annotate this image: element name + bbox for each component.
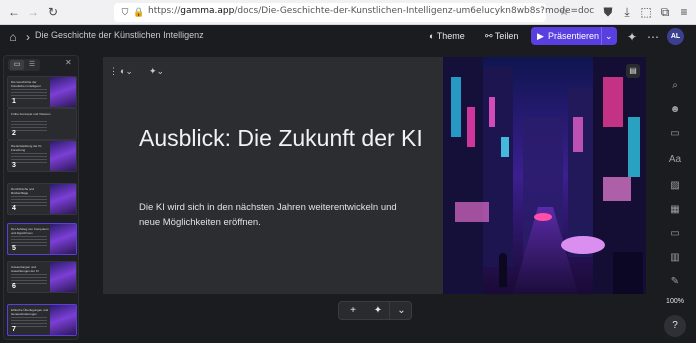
ai-edit-button[interactable]: ✦⌄	[149, 64, 164, 78]
more-icon[interactable]: ⋯	[645, 29, 661, 45]
forward-arrow-icon[interactable]: →	[25, 4, 41, 20]
present-button[interactable]: ▶ Präsentieren ⌄	[531, 27, 617, 45]
share-label: Teilen	[494, 31, 519, 41]
chevron-right-icon: ›	[26, 30, 30, 44]
image-options-icon[interactable]: ▤	[626, 64, 640, 78]
slide-text-area[interactable]: ⋮ ◐⌄ ✦⌄ Ausblick: Die Zukunft der KI Die…	[103, 57, 443, 294]
thumbnail-number: 7	[12, 326, 16, 333]
thumbnail-number: 1	[12, 98, 16, 105]
app-header: ⌂ › Die Geschichte der Künstlichen Intel…	[0, 25, 696, 48]
thumbnail-text-lines	[11, 274, 47, 286]
theme-button[interactable]: ◐ Theme	[429, 29, 465, 44]
pocket-icon[interactable]: ⛊	[600, 4, 616, 20]
thumbnail-image	[50, 262, 76, 292]
download-icon[interactable]: ⤓	[619, 4, 635, 20]
close-icon[interactable]: ✕	[65, 58, 72, 67]
card-templates-icon[interactable]: ▭	[667, 126, 683, 142]
ai-assistant-icon[interactable]: ☻	[667, 102, 683, 118]
thumbnail-title: Der Aufstieg von Computern und Algorithm…	[11, 227, 49, 235]
list-view-icon[interactable]: ☰	[25, 60, 39, 70]
reload-icon[interactable]: ↻	[45, 4, 61, 20]
add-card-button[interactable]: +	[341, 302, 365, 319]
thumbnail-text-lines	[11, 121, 47, 133]
extensions-icon[interactable]: ⧉	[657, 4, 673, 20]
url-text[interactable]: https://gamma.app/docs/Die-Geschichte-de…	[148, 6, 594, 16]
help-button[interactable]: ?	[664, 315, 686, 337]
embed-icon[interactable]: ▭	[667, 226, 683, 242]
thumbnail-image	[50, 224, 76, 254]
play-icon: ▶	[537, 31, 544, 41]
split-divider	[601, 27, 602, 45]
bookmark-star-icon[interactable]: ☆	[556, 4, 572, 20]
avatar[interactable]: AL	[667, 28, 684, 45]
back-arrow-icon[interactable]: ←	[6, 4, 22, 20]
address-bar[interactable]: ⛉ 🔒 https://gamma.app/docs/Die-Geschicht…	[114, 3, 594, 22]
zoom-level[interactable]: 100%	[661, 298, 689, 308]
edit-icon[interactable]: ✎	[667, 274, 683, 290]
thumbnail-number: 3	[12, 162, 16, 169]
thumbnail-image	[50, 305, 76, 335]
text-format-icon[interactable]: Aa	[667, 152, 683, 168]
cyberpunk-city-image	[443, 57, 646, 294]
thumbnail-title: Frühe Konzepte und Visionen	[11, 112, 51, 116]
card-view-icon[interactable]: ▭	[10, 60, 24, 70]
screenshot-icon[interactable]: ⬚	[638, 4, 654, 20]
thumbnail-text-lines	[11, 236, 47, 248]
image-icon[interactable]: ▨	[667, 178, 683, 194]
thumbnail-image	[50, 141, 76, 171]
thumbnail-number: 6	[12, 283, 16, 290]
right-toolbar: ⌕ ☻ ▭ Aa ▨ ▦ ▭ ▥ ✎	[659, 70, 691, 300]
slide-heading[interactable]: Ausblick: Die Zukunft der KI	[139, 124, 429, 153]
slide-thumbnail[interactable]: Frühe Konzepte und Visionen 2	[7, 108, 77, 140]
share-button[interactable]: ⚯ Teilen	[485, 29, 518, 44]
lock-icon[interactable]: 🔒	[131, 4, 147, 20]
palette-icon: ◐	[429, 31, 437, 41]
slide-body[interactable]: Die KI wird sich in den nächsten Jahren …	[139, 200, 419, 230]
card-style-button[interactable]: ◐⌄	[120, 64, 133, 78]
chevron-down-icon[interactable]: ⌄	[605, 27, 613, 45]
browser-toolbar: ← → ↻ ⛉ 🔒 https://gamma.app/docs/Die-Ges…	[0, 0, 696, 25]
thumbnail-title: Die Geschichte der Künstlichen Intellige…	[11, 80, 41, 88]
slide-thumbnail[interactable]: Die Entwicklung der KI-Forschung 3	[7, 140, 77, 172]
menu-icon[interactable]: ≡	[676, 4, 692, 20]
home-icon[interactable]: ⌂	[5, 29, 21, 45]
thumbnail-text-lines	[11, 89, 47, 101]
thumbnail-text-lines	[11, 196, 47, 208]
thumbnail-title: Durchbrüche und Rückschläge	[11, 187, 35, 195]
chevron-down-icon[interactable]: ⌄	[389, 302, 413, 319]
chart-icon[interactable]: ▥	[667, 250, 683, 266]
thumbnail-text-lines	[11, 153, 47, 165]
slide-thumbnail[interactable]: Der Aufstieg von Computern und Algorithm…	[7, 223, 77, 255]
slide-thumbnail[interactable]: Die Geschichte der Künstlichen Intellige…	[7, 76, 77, 108]
thumbnail-text-lines	[11, 317, 47, 329]
slide-canvas: ⋮ ◐⌄ ✦⌄ Ausblick: Die Zukunft der KI Die…	[103, 57, 646, 294]
drag-handle-icon[interactable]: ⋮	[109, 64, 118, 78]
theme-label: Theme	[436, 31, 465, 41]
view-toggle[interactable]: ▭ ☰	[8, 59, 40, 71]
thumbnail-number: 5	[12, 245, 16, 252]
slide-thumbnail[interactable]: Durchbrüche und Rückschläge 4	[7, 183, 77, 215]
slide-image[interactable]: ▤	[443, 57, 646, 294]
slide-thumbnail[interactable]: Anwendungen und Auswirkungen der KI 6	[7, 261, 77, 293]
sparkle-icon[interactable]: ✦	[624, 29, 640, 45]
slide-thumbnail-panel: ▭ ☰ ✕ Die Geschichte der Künstlichen Int…	[3, 55, 79, 340]
thumbnail-number: 4	[12, 205, 16, 212]
thumbnail-image	[50, 184, 76, 214]
thumbnail-number: 2	[12, 130, 16, 137]
thumbnail-image	[50, 77, 76, 107]
thumbnail-title: Anwendungen und Auswirkungen der KI	[11, 265, 39, 273]
layout-icon[interactable]: ▦	[667, 202, 683, 218]
add-card-bar: + ✦ ⌄	[338, 301, 412, 320]
search-icon[interactable]: ⌕	[667, 78, 683, 94]
present-label: Präsentieren	[548, 31, 600, 41]
ai-add-button[interactable]: ✦	[366, 302, 390, 319]
slide-thumbnail[interactable]: Ethische Überlegungen und Herausforderun…	[7, 304, 77, 336]
doc-title[interactable]: Die Geschichte der Künstlichen Intellige…	[35, 30, 204, 40]
thumbnail-title: Ethische Überlegungen und Herausforderun…	[11, 308, 49, 316]
thumbnail-title: Die Entwicklung der KI-Forschung	[11, 144, 43, 152]
link-icon: ⚯	[485, 31, 495, 41]
